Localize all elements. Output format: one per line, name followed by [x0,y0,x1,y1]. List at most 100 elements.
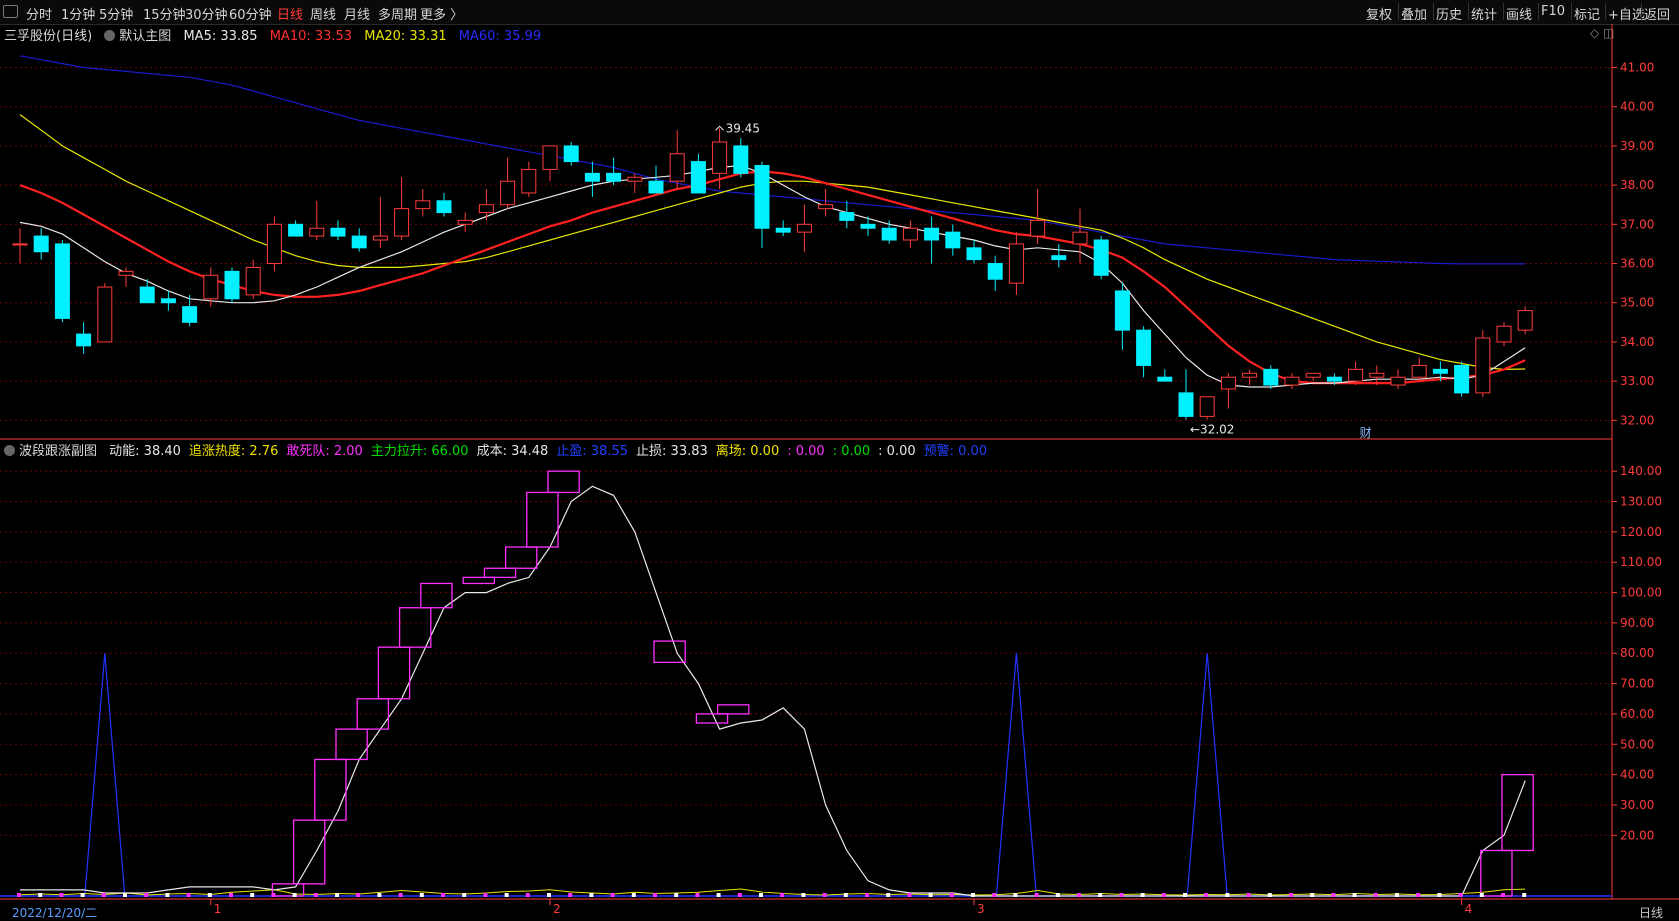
candle-body [1496,325,1512,343]
signal-dot [695,893,700,897]
signal-dot [716,893,721,897]
indicator-tick-label: 60.00 [1620,707,1654,721]
signal-dot [462,893,467,897]
momentum-box [1480,849,1513,897]
signal-dot [949,893,954,897]
signal-dot [250,893,255,897]
candle-body [309,227,325,237]
indicator-tick-label: 50.00 [1620,737,1654,751]
candle-body [669,153,685,182]
signal-dot [59,893,64,897]
signal-dot [907,893,912,897]
candle-body [1114,290,1130,331]
cursor-date: 2022/12/20/二 [12,906,98,920]
signal-dot [123,893,127,897]
candle-body [902,227,918,241]
signal-dot [207,893,212,897]
candle-body [1008,243,1024,284]
signal-dot [971,893,975,897]
candle-body [500,180,516,206]
candle-body [76,333,92,347]
signal-dot [1331,893,1336,897]
candle-body [881,227,897,241]
signal-dot [229,893,233,897]
price-tick-label: 32.00 [1620,413,1654,427]
candle-body [118,270,134,276]
candle-body [224,270,240,300]
momentum-box [504,546,538,569]
signal-dot [1416,893,1421,897]
signal-dot [1077,893,1081,897]
signal-dot [165,893,170,897]
candle-body [1242,372,1258,378]
signal-dot [38,893,43,897]
candle-body [1199,396,1215,417]
low-price-label: ←32.02 [1190,423,1234,437]
momentum-box [716,704,750,715]
kline-chart[interactable]: 41.00 40.00 39.00 38.00 37.00 36.00 35.00 34.00… [0,0,1679,920]
signal-dot [631,893,636,897]
candle-body [139,286,155,304]
signal-dot [483,893,488,897]
signal-dot [610,893,615,897]
candle-body [924,227,940,241]
candle-body [945,231,961,249]
price-tick-label: 34.00 [1620,335,1654,349]
candle-body [1051,255,1067,261]
price-tick-label: 39.00 [1620,139,1654,153]
indicator-tick-label: 110.00 [1620,555,1662,569]
momentum-box [695,713,729,724]
candle-body [1390,376,1406,386]
candle-body [690,161,706,194]
candle-body [563,145,579,163]
signal-dot [1161,893,1166,897]
signal-dot [1458,893,1463,897]
signal-dot [1225,893,1230,897]
candle-body [1284,376,1300,386]
signal-dot [1479,893,1484,897]
signal-dot [547,893,551,897]
signal-dot [886,893,891,897]
candle-body [987,263,1003,280]
signal-dot [292,893,297,897]
signal-dot [653,893,657,897]
signal-dot [822,893,827,897]
candle-body [775,227,791,233]
signal-dot [1522,893,1527,897]
momentum-box [292,819,326,885]
finance-marker: 财 [1360,426,1372,440]
momentum-box [398,607,432,648]
signal-dot [1289,893,1293,897]
candle-body [860,223,876,229]
candle-body [648,180,664,194]
high-price-label: 39.45 [726,121,760,135]
candle-body [33,235,49,253]
candle-body [1432,368,1448,374]
date-tick-label: 3 [977,902,985,916]
candle-body [203,274,219,300]
candle-body [1411,364,1427,378]
signal-dot [1437,893,1442,897]
candle-body [1517,310,1533,331]
ma20-line [19,114,1526,371]
signal-dot [1183,893,1187,897]
date-tick-label: 1 [214,902,222,916]
price-tick-label: 41.00 [1620,61,1654,75]
signal-dot [1034,893,1039,897]
indicator-tick-label: 120.00 [1620,525,1662,539]
candle-body [542,145,558,170]
signal-dot [1119,893,1124,897]
candle-body [457,219,473,225]
signal-dot [992,893,997,897]
indicator-tick-label: 90.00 [1620,616,1654,630]
candle-body [436,200,452,214]
signal-dot [335,893,339,897]
momentum-box [314,758,347,821]
period-indicator: 日线 [1639,906,1664,920]
price-tick-label: 37.00 [1620,217,1654,231]
signal-dot [504,893,509,897]
momentum-box [420,582,453,609]
candle-body [1178,392,1194,417]
signal-dot [80,893,85,897]
momentum-box [462,576,496,585]
